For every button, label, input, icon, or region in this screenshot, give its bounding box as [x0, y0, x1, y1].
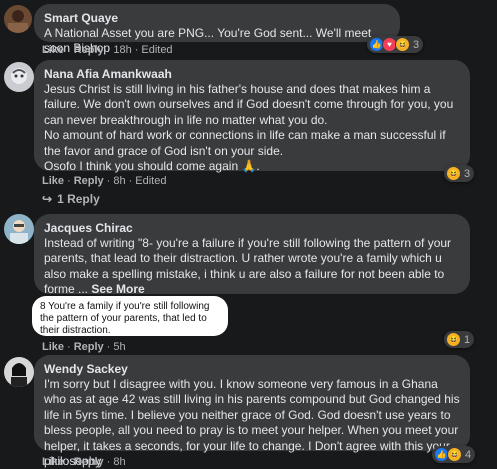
comment-actions: Like · Reply · 8h · Edited: [42, 175, 167, 187]
comment-actions: Like · Reply · 5h: [42, 341, 126, 353]
reaction-summary[interactable]: 👍 ♥ 😆 3: [367, 36, 424, 53]
attached-image[interactable]: 8 You're a family if you're still follow…: [32, 296, 228, 336]
reply-arrow-icon: ↪: [42, 192, 53, 206]
avatar[interactable]: [4, 214, 34, 244]
comment-bubble: Smart Quaye A National Asset you are PNG…: [34, 4, 400, 55]
haha-reaction-icon: 😆: [447, 447, 462, 462]
view-replies-link[interactable]: ↪ 1 Reply: [42, 192, 100, 206]
comment-author[interactable]: Wendy Sackey: [44, 361, 460, 377]
like-button[interactable]: Like: [42, 341, 64, 353]
reaction-summary[interactable]: 😆 1: [444, 331, 475, 348]
edited-label: Edited: [135, 175, 167, 187]
comment-actions: Like · Reply · 8h: [42, 456, 126, 468]
reply-button[interactable]: Reply: [74, 456, 104, 468]
comment-author[interactable]: Nana Afia Amankwaah: [44, 66, 460, 82]
attachment-text: 8 You're a family if you're still follow…: [40, 301, 210, 336]
reaction-count: 3: [413, 38, 420, 51]
avatar[interactable]: [4, 5, 32, 33]
reaction-summary[interactable]: 😆 3: [444, 165, 475, 182]
reply-button[interactable]: Reply: [74, 44, 104, 56]
reaction-count: 3: [464, 167, 471, 180]
comment-bubble: Wendy Sackey I'm sorry but I disagree wi…: [34, 355, 470, 468]
timestamp[interactable]: 8h: [113, 456, 125, 468]
edited-label: Edited: [141, 44, 173, 56]
timestamp[interactable]: 8h: [113, 175, 125, 187]
haha-reaction-icon: 😆: [446, 332, 461, 347]
haha-reaction-icon: 😆: [395, 37, 410, 52]
comment-actions: Like · Reply · 18h · Edited: [42, 44, 173, 56]
like-button[interactable]: Like: [42, 44, 64, 56]
comment-text: Jesus Christ is still living in his fath…: [44, 82, 454, 174]
reply-button[interactable]: Reply: [74, 341, 104, 353]
timestamp[interactable]: 5h: [113, 341, 125, 353]
see-more-link[interactable]: See More: [91, 282, 144, 296]
reaction-summary[interactable]: 👍 😆 4: [432, 446, 476, 463]
avatar[interactable]: [4, 357, 34, 387]
avatar[interactable]: [4, 62, 34, 92]
comment-author[interactable]: Jacques Chirac: [44, 220, 460, 236]
haha-reaction-icon: 😆: [446, 166, 461, 181]
comment-author[interactable]: Smart Quaye: [44, 10, 390, 26]
reaction-count: 1: [464, 333, 471, 346]
like-button[interactable]: Like: [42, 456, 64, 468]
like-button[interactable]: Like: [42, 175, 64, 187]
comment-text: Instead of writing "8- you're a failure …: [44, 236, 460, 298]
timestamp[interactable]: 18h: [113, 44, 131, 56]
comment-bubble: Jacques Chirac Instead of writing "8- yo…: [34, 214, 470, 296]
replies-label: 1 Reply: [57, 192, 100, 206]
reaction-count: 4: [465, 448, 472, 461]
reply-button[interactable]: Reply: [74, 175, 104, 187]
comment-bubble: Nana Afia Amankwaah Jesus Christ is stil…: [34, 60, 470, 174]
